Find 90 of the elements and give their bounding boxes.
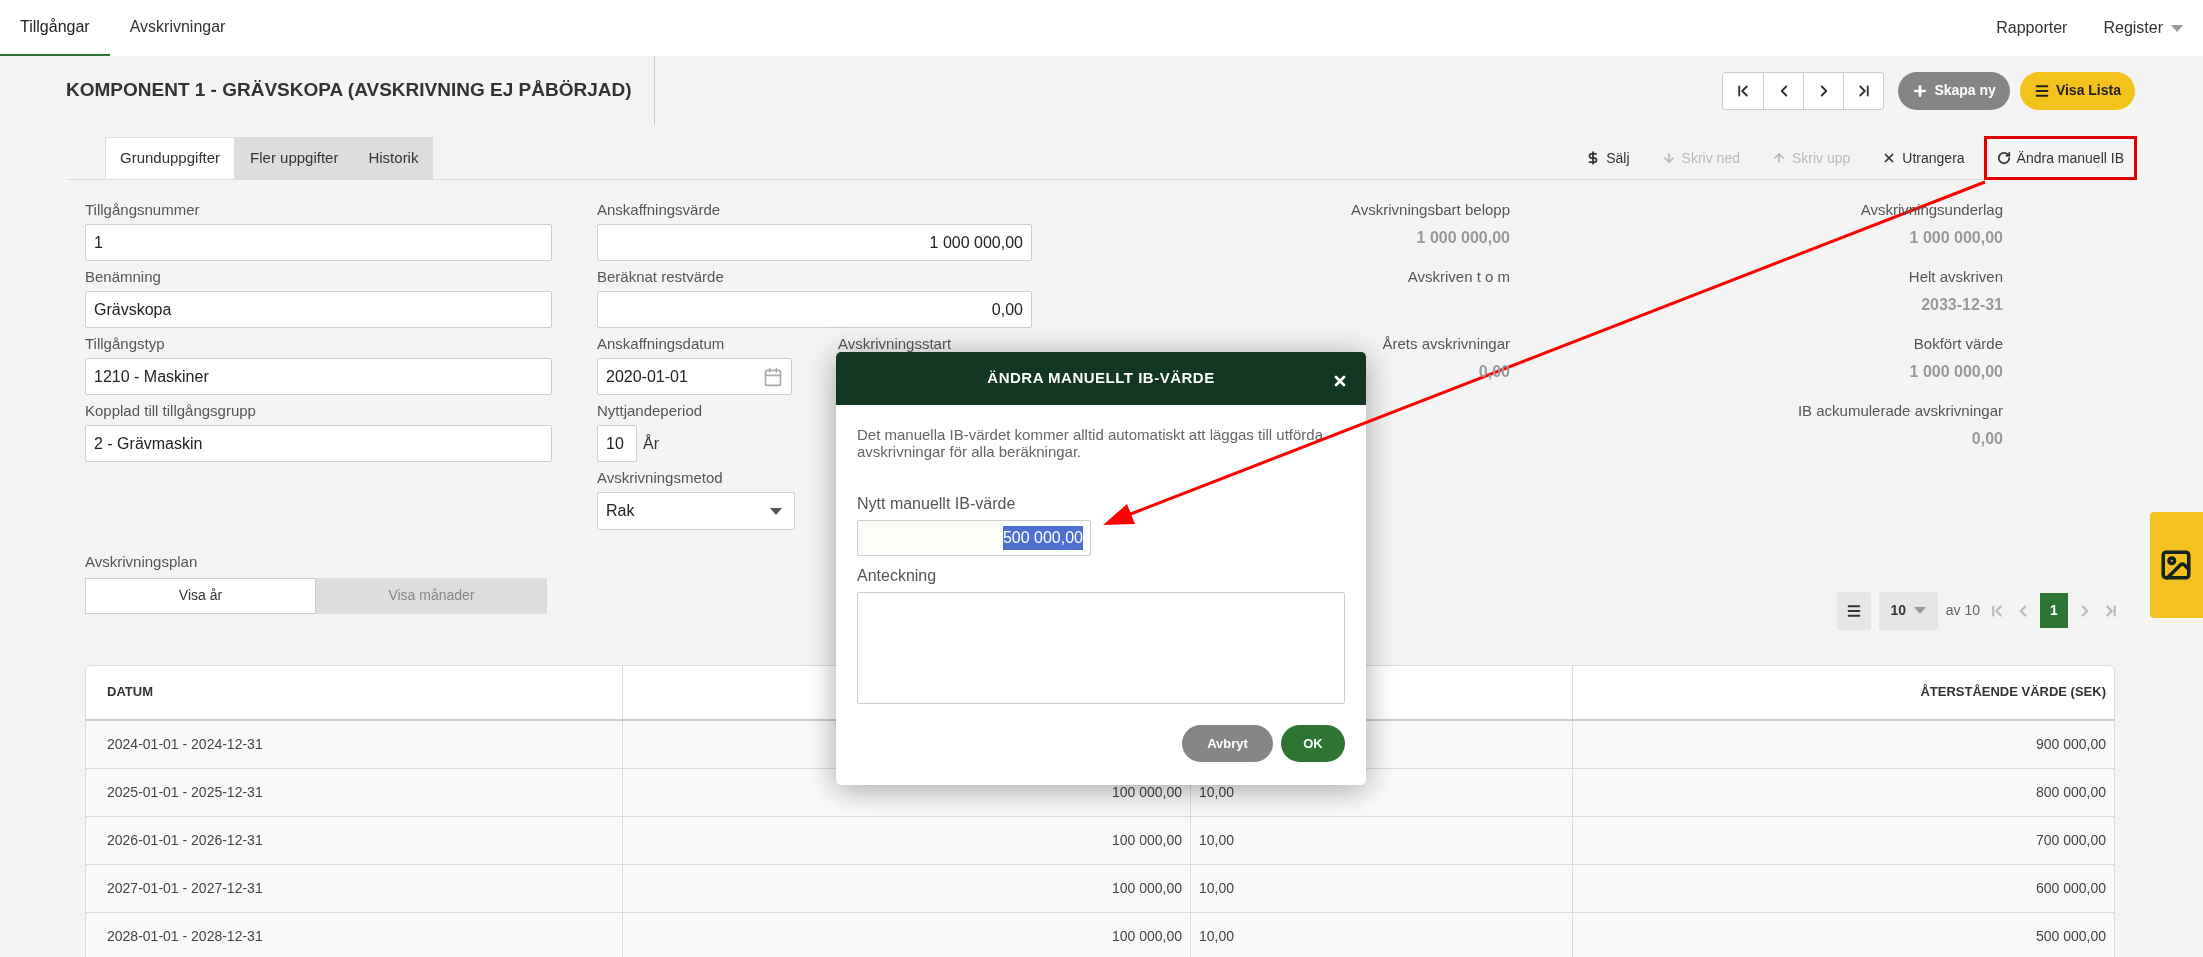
action-button[interactable]: Sälj: [1573, 136, 1643, 180]
cancel-button[interactable]: Avbryt: [1182, 725, 1273, 762]
table-cell-text: 2026-01-01 - 2026-12-31: [107, 830, 263, 850]
table-cell-text: 10,00: [1199, 878, 1235, 898]
field-label: Anteckning: [857, 566, 938, 586]
table-cell-text: 800 000,00: [2035, 782, 2106, 802]
table-cell-text: 900 000,00: [2035, 734, 2106, 754]
dialog-message: Det manuella IB-värdet kommer alltid automatiskt att läggas till utförda avskrivningar för alla beräkningar.: [857, 426, 1325, 460]
tab[interactable]: Fler uppgifter: [235, 137, 354, 179]
table-cell-text: 2028-01-01 - 2028-12-31: [107, 926, 263, 946]
toggle-option[interactable]: Visa år: [85, 577, 316, 614]
summary-label: Årets avskrivningar: [1382, 334, 1510, 354]
nav-tab[interactable]: Tillgångar: [0, 0, 110, 56]
summary-value: 1 000 000,00: [1909, 362, 2003, 382]
section-label: Avskrivningsplan: [85, 552, 199, 572]
table-cell-text: 700 000,00: [2035, 830, 2106, 850]
refresh-icon: [1996, 151, 2011, 165]
field-label: Avskrivningsstart: [838, 334, 952, 354]
date-field[interactable]: 2020-01-01: [597, 358, 792, 395]
arrow-up-icon: [1771, 151, 1786, 165]
table-cell-text: 2024-01-01 - 2024-12-31: [107, 734, 263, 754]
input-field[interactable]: 500 000,00: [857, 520, 1091, 556]
field-label: Nyttjandeperiod: [597, 401, 704, 421]
summary-label: Helt avskriven: [1908, 267, 2003, 287]
field-label: Avskrivningsmetod: [597, 468, 724, 488]
table-cell-text: 100 000,00: [1111, 782, 1182, 802]
side-tab[interactable]: [2150, 512, 2203, 618]
table-cell-text: 2025-01-01 - 2025-12-31: [107, 782, 263, 802]
menu-icon: [1845, 602, 1862, 619]
nav-menu-item[interactable]: Rapporter: [1996, 16, 2068, 40]
input-field[interactable]: Grävskopa: [85, 291, 552, 328]
tab[interactable]: Historik: [353, 137, 434, 179]
table-cell-text: 500 000,00: [2035, 926, 2106, 946]
list-button[interactable]: Visa Lista: [2019, 71, 2135, 110]
calendar-icon: [763, 366, 783, 387]
field-label: Tillgångsnummer: [85, 200, 201, 220]
plus-icon: [1912, 82, 1929, 99]
table-cell-text: 10,00: [1199, 782, 1235, 802]
summary-label: Avskrivningsbart belopp: [1351, 200, 1510, 220]
dialog-title: ÄNDRA MANUELLT IB-VÄRDE: [987, 368, 1215, 389]
table-cell-text: 2027-01-01 - 2027-12-31: [107, 878, 263, 898]
table-cell-text: 10,00: [1199, 830, 1235, 850]
ok-button[interactable]: OK: [1281, 725, 1345, 762]
action-button[interactable]: Ändra manuell IB: [1983, 136, 2137, 180]
column-header: DATUM: [86, 665, 623, 719]
create-button[interactable]: Skapa ny: [1898, 71, 2010, 110]
nav-tab[interactable]: Avskrivningar: [109, 0, 246, 56]
input-field[interactable]: 1 000 000,00: [597, 224, 1032, 261]
note-field[interactable]: [857, 592, 1345, 704]
image-icon: [2159, 548, 2193, 582]
page-size-select[interactable]: 10: [1878, 591, 1938, 630]
page-title: KOMPONENT 1 - GRÄVSKOPA (AVSKRIVNING EJ PÅBÖRJAD): [66, 78, 632, 103]
caret-icon: [1914, 607, 1927, 614]
field-label: Nytt manuellt IB-värde: [857, 494, 1017, 514]
input-field[interactable]: 10: [597, 425, 637, 462]
table-cell-text: 10,00: [1199, 926, 1235, 946]
summary-value: 1 000 000,00: [1909, 228, 2003, 248]
select-field[interactable]: Rak: [597, 492, 795, 530]
summary-label: IB ackumulerade avskrivningar: [1797, 401, 2003, 421]
tab[interactable]: Grunduppgifter: [105, 137, 236, 179]
summary-label: Avskriven t o m: [1407, 267, 1510, 287]
field-label: Anskaffningsdatum: [597, 334, 726, 354]
table-cell-text: 100 000,00: [1111, 926, 1182, 946]
input-field[interactable]: 1210 - Maskiner: [85, 358, 552, 395]
field-label: Beräknat restvärde: [597, 267, 725, 287]
page-count: av 10: [1945, 601, 1980, 620]
summary-value: 0,00: [1971, 429, 2003, 449]
caret-icon: [770, 507, 782, 515]
unit-label: År: [643, 433, 659, 454]
summary-label: Bokfört värde: [1913, 334, 2003, 354]
column-header: ÅTERSTÅENDE VÄRDE (SEK): [1919, 683, 2107, 702]
input-field[interactable]: 2 - Grävmaskin: [85, 425, 552, 462]
table-cell-text: 100 000,00: [1111, 830, 1182, 850]
input-field[interactable]: 0,00: [597, 291, 1032, 328]
field-label: Benämning: [85, 267, 162, 287]
action-button[interactable]: Utrangera: [1869, 136, 1978, 180]
input-field[interactable]: 1: [85, 224, 552, 261]
close-icon[interactable]: [1332, 373, 1348, 389]
page-button[interactable]: 1: [2040, 593, 2068, 628]
table-cell-text: 100 000,00: [1111, 878, 1182, 898]
nav-menu-item[interactable]: Register: [2103, 16, 2183, 40]
table-cell-text: 600 000,00: [2035, 878, 2106, 898]
menu-button[interactable]: [1836, 591, 1871, 630]
list-icon: [2033, 82, 2050, 99]
caret-icon: [2171, 24, 2183, 32]
field-label: Tillgångstyp: [85, 334, 166, 354]
field-label: Kopplad till tillgångsgrupp: [85, 401, 257, 421]
summary-value: 2033-12-31: [1921, 295, 2003, 315]
field-label: Anskaffningsvärde: [597, 200, 722, 220]
summary-value: 1 000 000,00: [1416, 228, 1510, 248]
